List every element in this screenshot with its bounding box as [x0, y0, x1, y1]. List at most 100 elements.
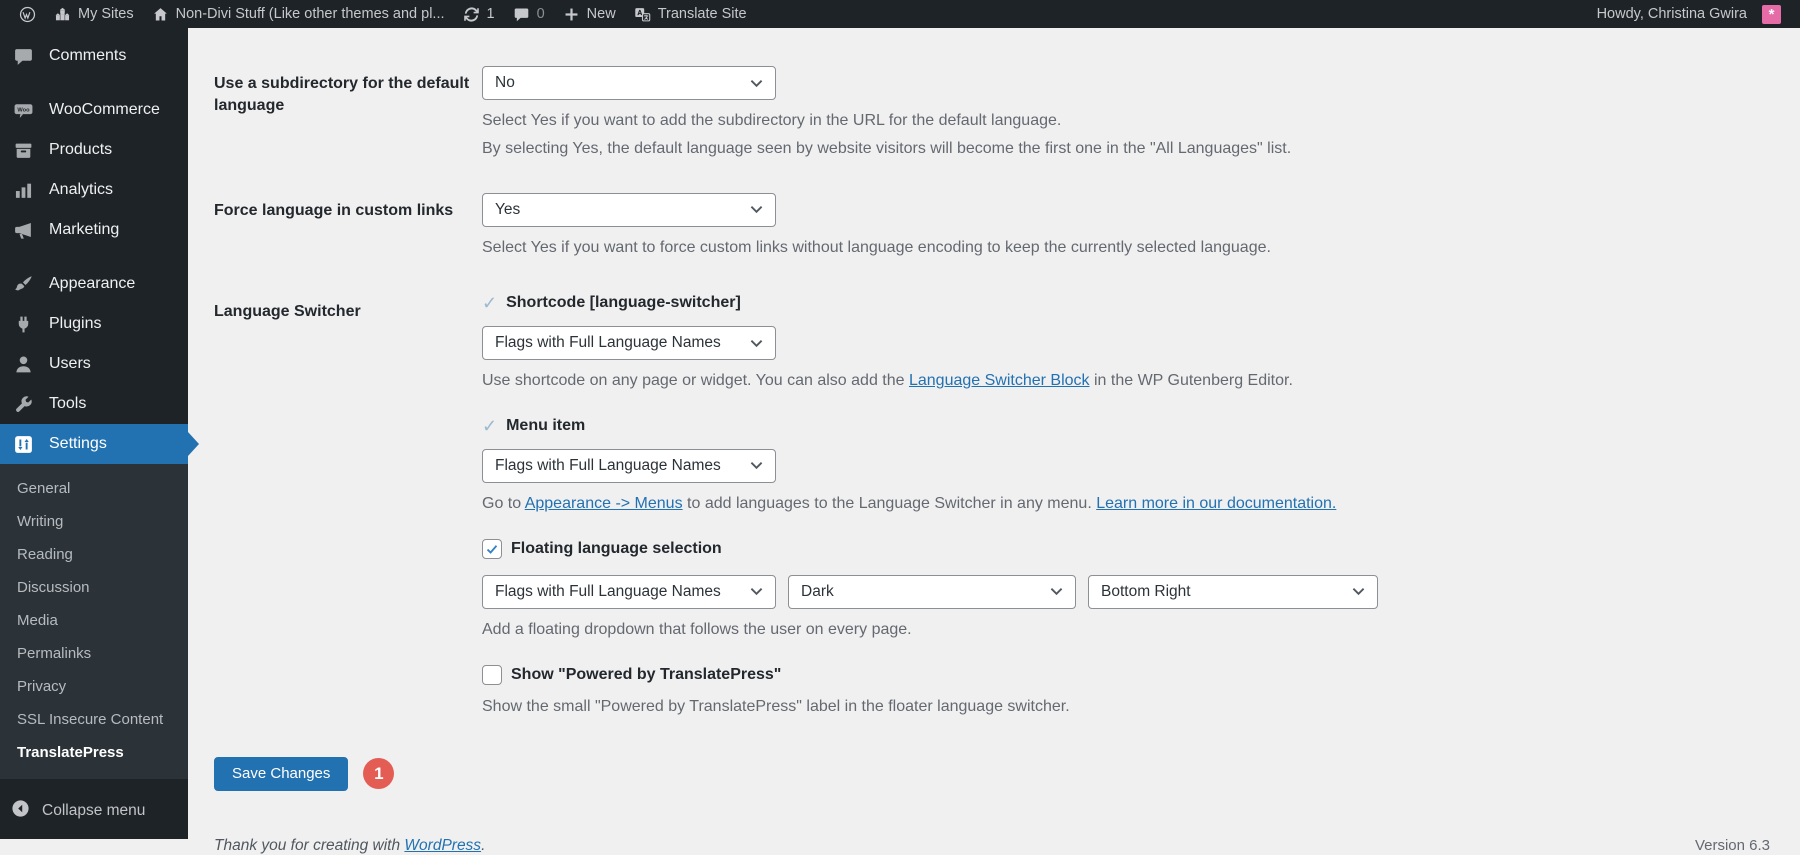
sidebar-item-tools[interactable]: Tools	[0, 384, 188, 424]
submenu-item-reading[interactable]: Reading	[0, 538, 188, 571]
howdy-menu[interactable]: Howdy, Christina Gwira *	[1588, 0, 1790, 28]
marketing-icon	[12, 219, 34, 241]
sidebar-label: Analytics	[49, 181, 113, 199]
menu-item-title: Menu item	[506, 417, 585, 435]
shortcode-style-select[interactable]: Flags with Full Language Names	[482, 326, 776, 360]
powered-by-title: Show "Powered by TranslatePress"	[511, 666, 781, 684]
translate-site-label: Translate Site	[658, 6, 747, 22]
comments-menu[interactable]: 0	[504, 0, 554, 28]
force-language-select-value: Yes	[495, 201, 520, 219]
subdirectory-desc-2: By selecting Yes, the default language s…	[482, 138, 1770, 160]
footer-text: .	[481, 837, 485, 854]
subdirectory-select[interactable]: No	[482, 66, 776, 100]
wp-logo-menu[interactable]	[10, 0, 45, 28]
sidebar-label: Marketing	[49, 221, 119, 239]
sidebar-item-comments[interactable]: Comments	[0, 36, 188, 76]
menu-item-block: ✓ Menu item Flags with Full Language Nam…	[482, 417, 1770, 515]
floating-position-value: Bottom Right	[1101, 583, 1191, 601]
sidebar-label: Settings	[49, 435, 107, 453]
sidebar-item-woocommerce[interactable]: Woo WooCommerce	[0, 90, 188, 130]
floating-color-value: Dark	[801, 583, 834, 601]
comments-count: 0	[537, 6, 545, 22]
submenu-label: Media	[17, 612, 58, 629]
submenu-item-ssl-insecure-content[interactable]: SSL Insecure Content	[0, 703, 188, 736]
plugins-icon	[12, 313, 34, 335]
save-changes-button[interactable]: Save Changes	[214, 757, 348, 791]
submenu-label: SSL Insecure Content	[17, 711, 163, 728]
sidebar-item-marketing[interactable]: Marketing	[0, 210, 188, 250]
submenu-label: Privacy	[17, 678, 66, 695]
shortcode-title: Shortcode [language-switcher]	[506, 294, 741, 312]
sidebar-label: Products	[49, 141, 112, 159]
floating-style-select[interactable]: Flags with Full Language Names	[482, 575, 776, 609]
new-menu[interactable]: New	[554, 0, 625, 28]
floating-language-block: Floating language selection Flags with F…	[482, 539, 1770, 641]
footer-version: Version 6.3	[1695, 837, 1770, 854]
subdirectory-desc-1: Select Yes if you want to add the subdir…	[482, 110, 1770, 132]
shortcode-style-value: Flags with Full Language Names	[495, 334, 721, 352]
chevron-down-icon	[750, 205, 763, 214]
settings-icon	[12, 433, 34, 455]
submenu-label: TranslatePress	[17, 744, 124, 761]
language-switcher-block-link[interactable]: Language Switcher Block	[909, 372, 1090, 389]
admin-bar: My Sites Non-Divi Stuff (Like other them…	[0, 0, 1800, 28]
floating-position-select[interactable]: Bottom Right	[1088, 575, 1378, 609]
sidebar-item-appearance[interactable]: Appearance	[0, 264, 188, 304]
collapse-menu-button[interactable]: Collapse menu	[0, 791, 188, 831]
my-sites-icon	[54, 6, 71, 23]
desc-text: to add languages to the Language Switche…	[683, 495, 1097, 512]
submenu-label: General	[17, 480, 70, 497]
desc-text: Go to	[482, 495, 525, 512]
woocommerce-icon: Woo	[12, 99, 34, 121]
submenu-item-translatepress[interactable]: TranslatePress	[0, 736, 188, 769]
footer-thanks: Thank you for creating with WordPress.	[214, 837, 485, 855]
translatepress-settings-page: Use a subdirectory for the default langu…	[188, 28, 1800, 839]
admin-footer: Thank you for creating with WordPress. V…	[214, 837, 1770, 855]
translate-site-menu[interactable]: Translate Site	[625, 0, 756, 28]
floating-desc: Add a floating dropdown that follows the…	[482, 619, 1770, 641]
site-name-menu[interactable]: Non-Divi Stuff (Like other themes and pl…	[143, 0, 454, 28]
appearance-menus-link[interactable]: Appearance -> Menus	[525, 495, 683, 512]
sidebar-item-plugins[interactable]: Plugins	[0, 304, 188, 344]
force-language-desc: Select Yes if you want to force custom l…	[482, 237, 1770, 259]
shortcode-desc: Use shortcode on any page or widget. You…	[482, 370, 1770, 392]
submenu-item-privacy[interactable]: Privacy	[0, 670, 188, 703]
wordpress-link[interactable]: WordPress	[404, 837, 481, 854]
menu-item-style-select[interactable]: Flags with Full Language Names	[482, 449, 776, 483]
my-sites-label: My Sites	[78, 6, 134, 22]
sidebar-item-products[interactable]: Products	[0, 130, 188, 170]
floating-language-checkbox[interactable]	[482, 539, 502, 559]
shortcode-block: ✓ Shortcode [language-switcher] Flags wi…	[482, 294, 1770, 392]
setting-row-subdirectory: Use a subdirectory for the default langu…	[214, 66, 1770, 161]
sidebar-label: Plugins	[49, 315, 101, 333]
comment-bubble-icon	[513, 6, 530, 23]
chevron-down-icon	[1352, 587, 1365, 596]
chevron-down-icon	[750, 339, 763, 348]
submenu-item-media[interactable]: Media	[0, 604, 188, 637]
submenu-label: Reading	[17, 546, 73, 563]
sidebar-label: Appearance	[49, 275, 135, 293]
force-language-select[interactable]: Yes	[482, 193, 776, 227]
setting-row-force-language: Force language in custom links Yes Selec…	[214, 193, 1770, 259]
my-sites-menu[interactable]: My Sites	[45, 0, 143, 28]
updates-menu[interactable]: 1	[454, 0, 504, 28]
menu-separator	[0, 250, 188, 264]
submenu-item-writing[interactable]: Writing	[0, 505, 188, 538]
sidebar-item-settings[interactable]: Settings	[0, 424, 188, 464]
sidebar-item-users[interactable]: Users	[0, 344, 188, 384]
sidebar-label: Comments	[49, 47, 126, 65]
powered-by-checkbox[interactable]	[482, 665, 502, 685]
collapse-arrow-icon	[11, 799, 42, 823]
users-icon	[12, 353, 34, 375]
sidebar-item-analytics[interactable]: Analytics	[0, 170, 188, 210]
checkbox-check-icon	[485, 542, 499, 556]
submenu-label: Writing	[17, 513, 63, 530]
floating-color-select[interactable]: Dark	[788, 575, 1076, 609]
floating-language-title: Floating language selection	[511, 540, 722, 558]
documentation-link[interactable]: Learn more in our documentation.	[1096, 495, 1336, 512]
submenu-item-permalinks[interactable]: Permalinks	[0, 637, 188, 670]
menu-item-style-value: Flags with Full Language Names	[495, 457, 721, 475]
save-row: Save Changes 1	[214, 757, 1770, 791]
submenu-item-discussion[interactable]: Discussion	[0, 571, 188, 604]
submenu-item-general[interactable]: General	[0, 472, 188, 505]
